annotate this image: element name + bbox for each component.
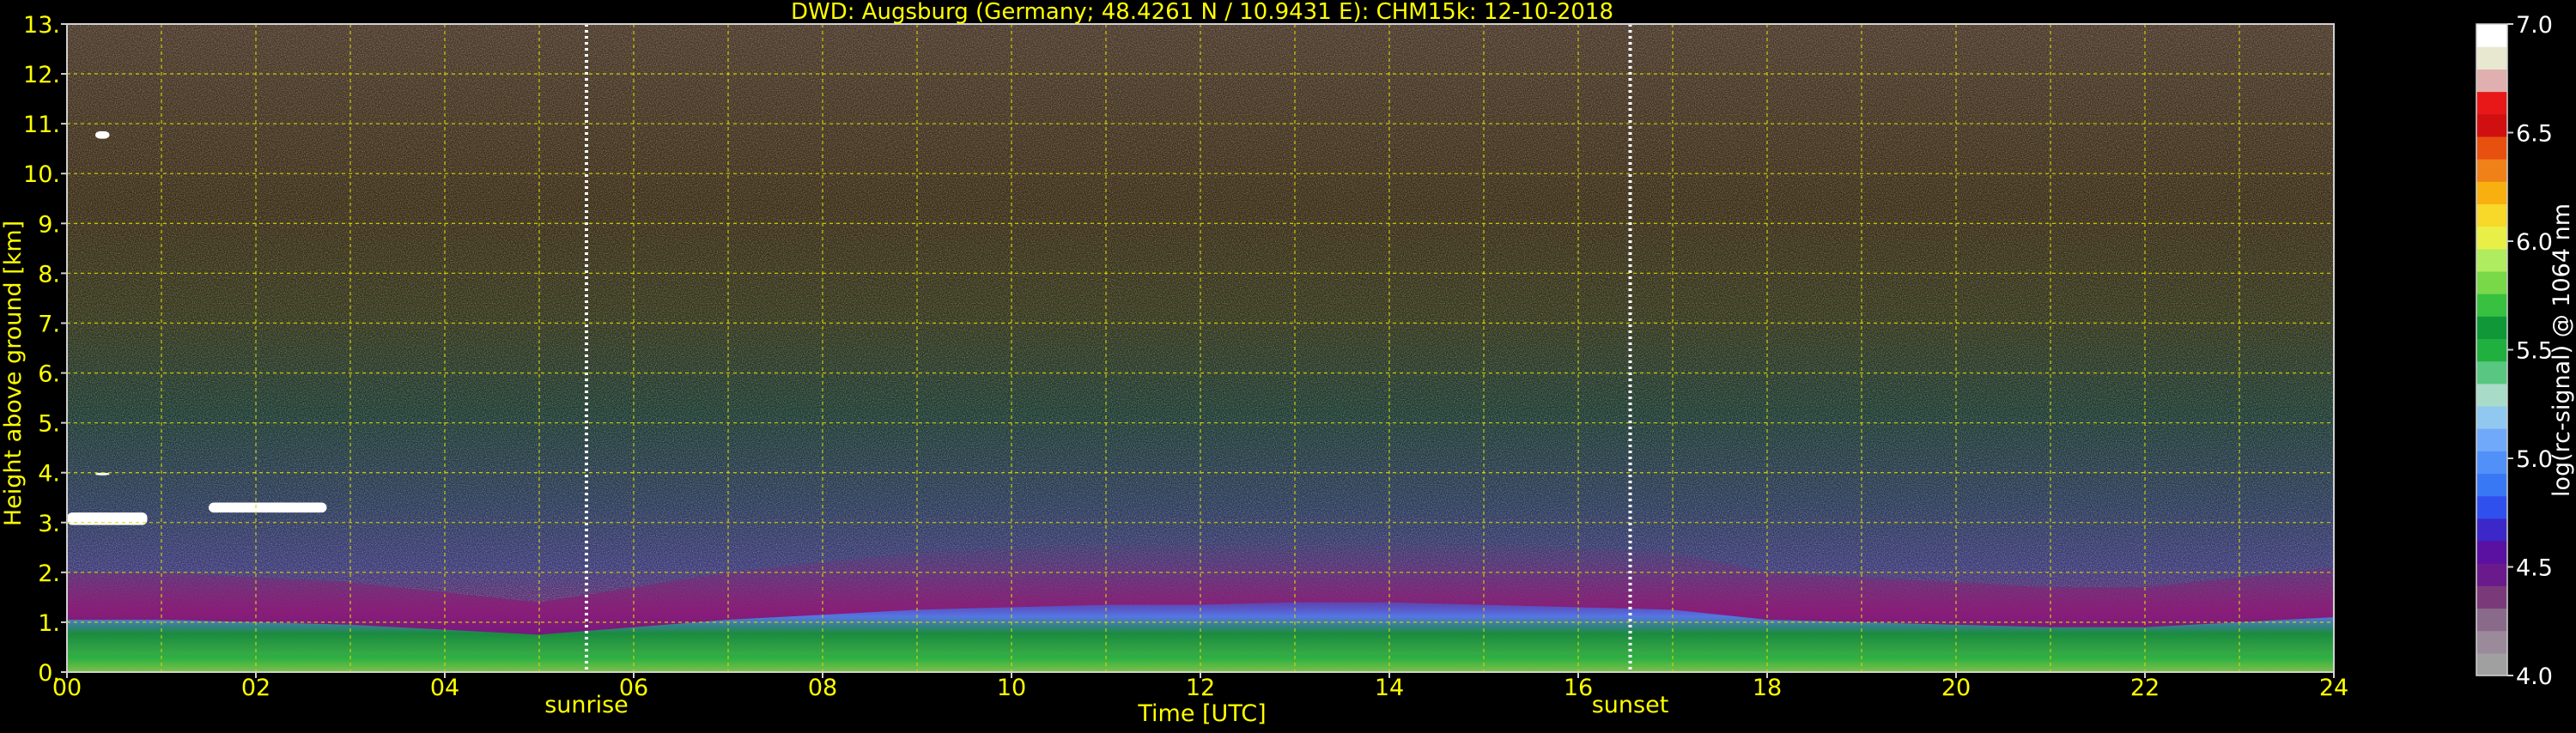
x-axis-label: Time [UTC]	[1137, 700, 1266, 727]
x-tick-label: 02	[241, 675, 270, 701]
colorbar-segment	[2476, 630, 2507, 654]
x-tick-label: 06	[619, 675, 648, 701]
chart-title: DWD: Augsburg (Germany; 48.4261 N / 10.9…	[791, 0, 1613, 25]
y-tick-label: 3.	[38, 511, 60, 537]
x-tick-label: 04	[430, 675, 459, 701]
cloud-layer-0	[95, 130, 110, 139]
x-tick-label: 12	[1186, 675, 1215, 701]
y-tick-label: 9.	[38, 211, 60, 238]
y-tick-label: 12.	[23, 62, 60, 88]
y-tick-label: 7.	[38, 311, 60, 337]
colorbar-segment	[2476, 428, 2507, 451]
colorbar-label: log(rc-signal) @ 1064 nm	[2549, 203, 2575, 497]
colorbar-tick-label: 4.0	[2516, 663, 2553, 690]
colorbar-segment	[2476, 338, 2507, 362]
y-tick-label: 6.	[38, 361, 60, 388]
colorbar-tick-label: 6.0	[2516, 229, 2553, 256]
colorbar-segment	[2476, 473, 2507, 497]
x-tick-label: 16	[1564, 675, 1593, 701]
y-tick-label: 5.	[38, 411, 60, 438]
cloud-layer-2	[209, 502, 327, 513]
colorbar-segment	[2476, 248, 2507, 272]
y-tick-label: 13.	[23, 12, 60, 39]
y-tick-label: 2.	[38, 560, 60, 587]
colorbar-segment	[2476, 24, 2507, 47]
x-tick-label: 24	[2319, 675, 2348, 701]
x-tick-label: 22	[2130, 675, 2160, 701]
colorbar-segment	[2476, 608, 2507, 632]
colorbar-segment	[2476, 69, 2507, 93]
colorbar-segment	[2476, 563, 2507, 586]
x-tick-label: 20	[1941, 675, 1971, 701]
colorbar-segment	[2476, 383, 2507, 407]
cloud-layer-1	[67, 512, 148, 525]
colorbar-segment	[2476, 91, 2507, 115]
colorbar-tick-label: 5.0	[2516, 446, 2553, 473]
y-tick-label: 0.	[38, 660, 60, 687]
colorbar-segment	[2476, 294, 2507, 317]
colorbar: 4.0 4.5 5.0 5.5 6.0 6.5 7.0	[2476, 12, 2553, 690]
colorbar-segment	[2476, 203, 2507, 227]
colorbar-tick-label: 5.5	[2516, 338, 2553, 365]
x-tick-label: 08	[808, 675, 837, 701]
colorbar-segment	[2476, 136, 2507, 160]
colorbar-segment	[2476, 540, 2507, 564]
colorbar-segment	[2476, 585, 2507, 609]
y-tick-label: 11.	[23, 112, 60, 138]
chart-svg: sunrise sunset 00 02 04 06 08 10 12 14 16 18 20 22 24…	[0, 0, 2575, 727]
sunset-label: sunset	[1592, 692, 1669, 718]
colorbar-segment	[2476, 405, 2507, 429]
colorbar-segment	[2476, 451, 2507, 475]
colorbar-segment	[2476, 159, 2507, 182]
y-tick-label: 1.	[38, 610, 60, 637]
sunrise-label: sunrise	[544, 692, 629, 718]
colorbar-tick-label: 4.5	[2516, 555, 2553, 582]
colorbar-segment	[2476, 360, 2507, 385]
ceilometer-chart: sunrise sunset 00 02 04 06 08 10 12 14 16 18 20 22 24…	[0, 0, 2576, 730]
colorbar-tick-label: 7.0	[2516, 12, 2553, 39]
colorbar-tick-label: 6.5	[2516, 121, 2553, 148]
colorbar-segment	[2476, 113, 2507, 137]
colorbar-segment	[2476, 46, 2507, 70]
x-tick-label: 18	[1753, 675, 1782, 701]
y-tick-label: 8.	[38, 261, 60, 288]
colorbar-segment	[2476, 495, 2507, 519]
colorbar-segment	[2476, 270, 2507, 294]
colorbar-segment	[2476, 652, 2507, 676]
x-tick-label: 14	[1375, 675, 1404, 701]
y-tick-label: 4.	[38, 461, 60, 488]
y-axis-label: Height above ground [km]	[0, 221, 27, 526]
colorbar-segment	[2476, 181, 2507, 204]
colorbar-segment	[2476, 518, 2507, 542]
colorbar-segment	[2476, 316, 2507, 340]
colorbar-segment	[2476, 226, 2507, 250]
y-tick-label: 10.	[23, 161, 60, 188]
x-tick-label: 10	[997, 675, 1026, 701]
